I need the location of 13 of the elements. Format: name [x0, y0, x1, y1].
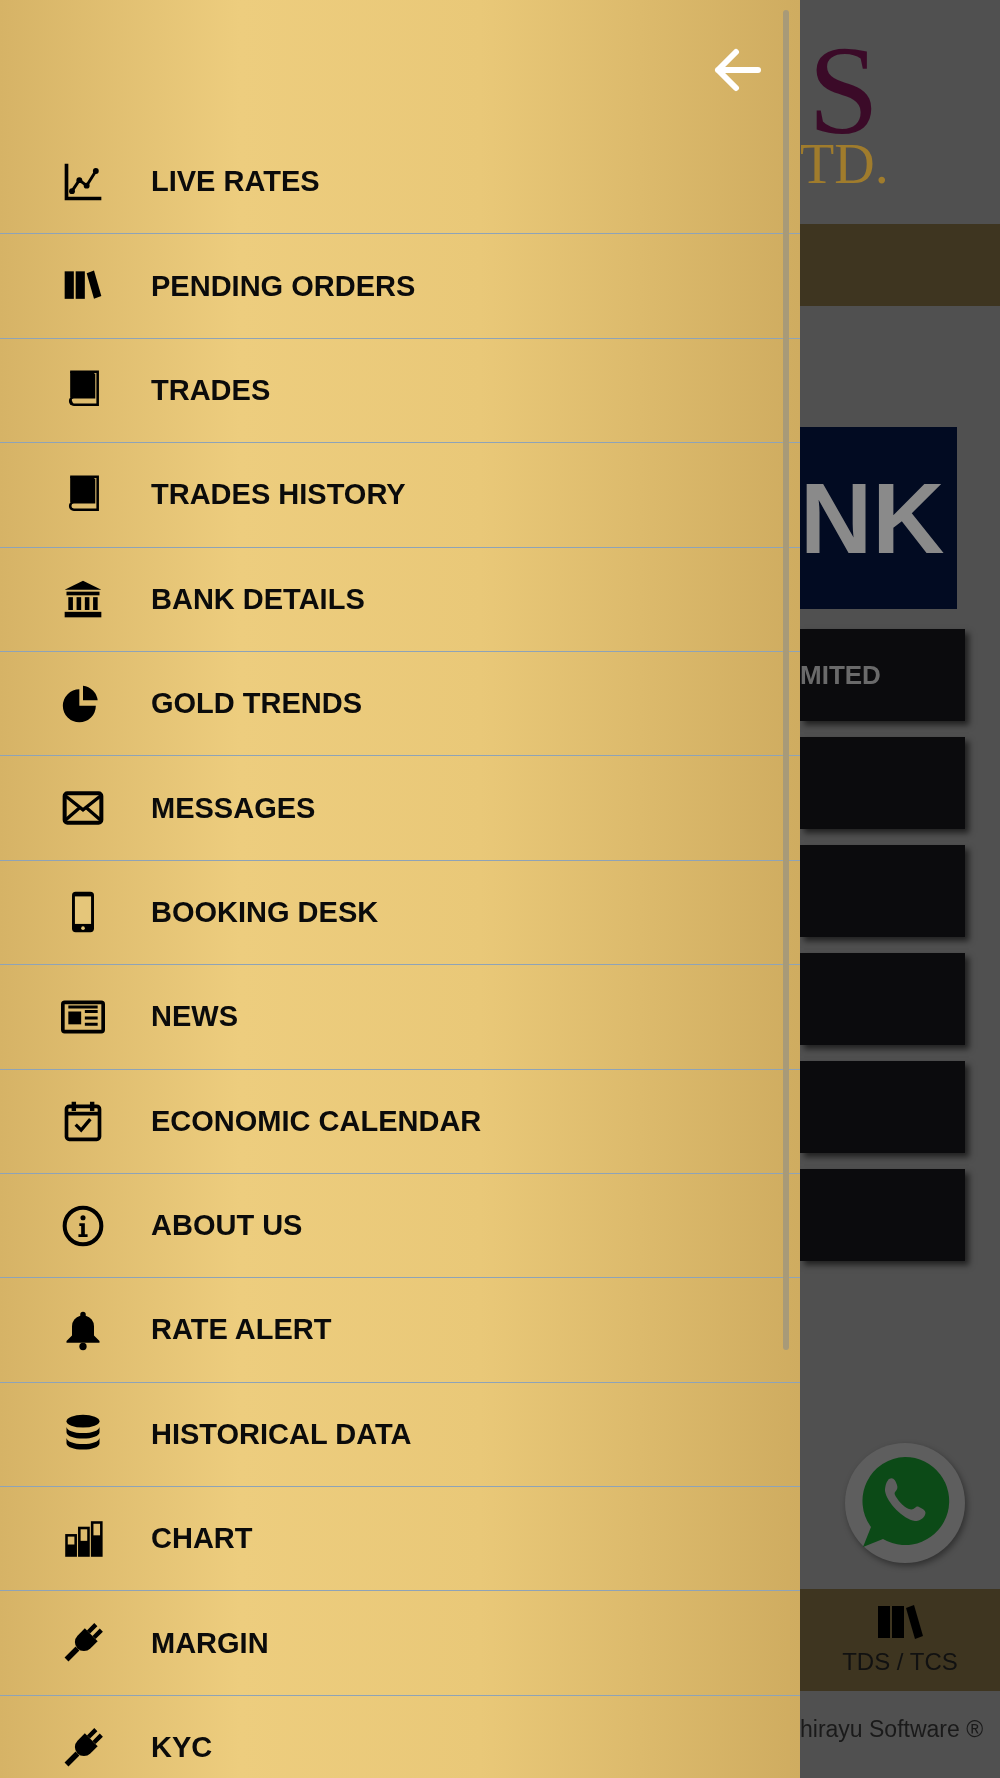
back-arrow-icon[interactable] — [712, 48, 762, 92]
menu-item[interactable]: MARGIN — [0, 1591, 800, 1696]
menu-item[interactable]: HISTORICAL DATA — [0, 1382, 800, 1488]
books-icon — [876, 1604, 924, 1640]
menu-button[interactable] — [800, 1169, 965, 1261]
bank-logo: NK — [800, 427, 957, 609]
menu-button[interactable]: MITED — [800, 629, 965, 721]
menu-button[interactable] — [800, 845, 965, 937]
menu-button[interactable] — [800, 953, 965, 1045]
menu-item[interactable]: CHART — [0, 1487, 800, 1592]
menu-button[interactable] — [800, 1061, 965, 1153]
info-icon — [61, 1203, 105, 1248]
menu-button[interactable] — [800, 737, 965, 829]
